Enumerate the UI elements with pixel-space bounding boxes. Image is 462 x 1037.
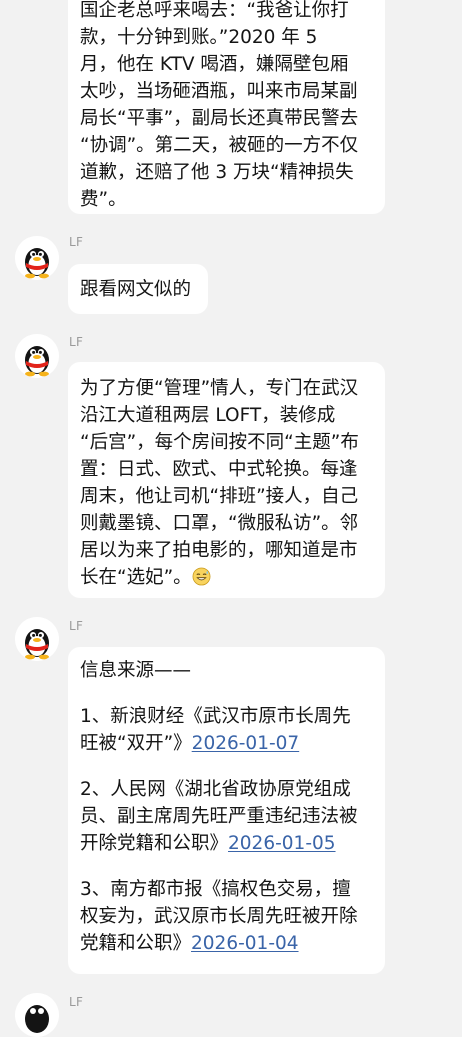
- message-line: 月，他在 KTV 喝酒，嫌隔壁包厢: [80, 54, 349, 75]
- source-line: 员、副主席周先旺严重违纪违法被: [80, 806, 358, 827]
- qq-penguin-avatar-icon[interactable]: [15, 334, 59, 378]
- message-line: 沿江大道租两层 LOFT，装修成: [80, 405, 336, 426]
- chat-message-list[interactable]: 国企老总呼来喝去：“我爸让你打 款，十分钟到账。”2020 年 5 月，他在 K…: [0, 0, 462, 1037]
- source-link-1[interactable]: 2026-01-07: [192, 733, 300, 754]
- source-line: 旺被“双开”》: [80, 733, 192, 754]
- message-line: 跟看网文似的: [80, 279, 192, 300]
- message-bubble-2[interactable]: 跟看网文似的: [68, 264, 208, 314]
- message-bubble-3[interactable]: 为了方便“管理”情人，专门在武汉 沿江大道租两层 LOFT，装修成 “后宫”，每…: [68, 362, 385, 598]
- message-line: 国企老总呼来喝去：“我爸让你打: [80, 0, 349, 21]
- sender-name: LF: [69, 619, 84, 633]
- source-line: 1、新浪财经《武汉市原市长周先: [80, 706, 351, 727]
- message-line: “协调”。第二天，被砸的一方不仅: [80, 135, 359, 156]
- message-line: 道歉，还赔了他 3 万块“精神损失: [80, 162, 354, 183]
- message-line: 则戴墨镜、口罩，“微服私访”。邻: [80, 513, 359, 534]
- source-line: 开除党籍和公职》: [80, 833, 229, 854]
- source-link-2[interactable]: 2026-01-05: [228, 833, 336, 854]
- message-line: 居以为来了拍电影的，哪知道是市: [80, 540, 358, 561]
- sender-name: LF: [69, 335, 84, 349]
- message-line: 款，十分钟到账。”2020 年 5: [80, 27, 318, 48]
- source-line: 3、南方都市报《搞权色交易，擅: [80, 879, 351, 900]
- sender-name: LF: [69, 995, 84, 1009]
- message-line: 局长“平事”，副局长还真带民警去: [80, 108, 359, 129]
- message-bubble-4[interactable]: 信息来源—— 1、新浪财经《武汉市原市长周先 旺被“双开”》2026-01-07…: [68, 647, 385, 974]
- sources-heading: 信息来源——: [80, 660, 192, 681]
- sender-name: LF: [69, 235, 84, 249]
- message-line: 置：日式、欧式、中式轮换。每逢: [80, 459, 358, 480]
- message-line: 周末，他让司机“排班”接人，自己: [80, 486, 359, 507]
- grin-sweat-emoji-icon: [192, 567, 211, 586]
- message-line: 太吵，当场砸酒瓶，叫来市局某副: [80, 81, 358, 102]
- message-line: “后宫”，每个房间按不同“主题”布: [80, 432, 359, 453]
- message-line: 费”。: [80, 189, 127, 210]
- source-link-3[interactable]: 2026-01-04: [191, 933, 299, 954]
- message-line: 为了方便“管理”情人，专门在武汉: [80, 378, 359, 399]
- source-line: 2、人民网《湖北省政协原党组成: [80, 779, 351, 800]
- qq-penguin-avatar-icon[interactable]: [15, 617, 59, 661]
- source-line: 权妄为，武汉原市长周先旺被开除: [80, 906, 358, 927]
- source-line-with-link: 旺被“双开”》2026-01-07: [80, 730, 373, 757]
- message-bubble-1[interactable]: 国企老总呼来喝去：“我爸让你打 款，十分钟到账。”2020 年 5 月，他在 K…: [68, 0, 385, 214]
- message-line-with-emoji: 长在“选妃”。: [80, 564, 373, 591]
- source-line: 党籍和公职》: [80, 933, 192, 954]
- qq-penguin-avatar-icon[interactable]: [15, 236, 59, 280]
- message-line: 长在“选妃”。: [80, 567, 192, 588]
- source-line-with-link: 党籍和公职》2026-01-04: [80, 930, 373, 957]
- source-line-with-link: 开除党籍和公职》2026-01-05: [80, 830, 373, 857]
